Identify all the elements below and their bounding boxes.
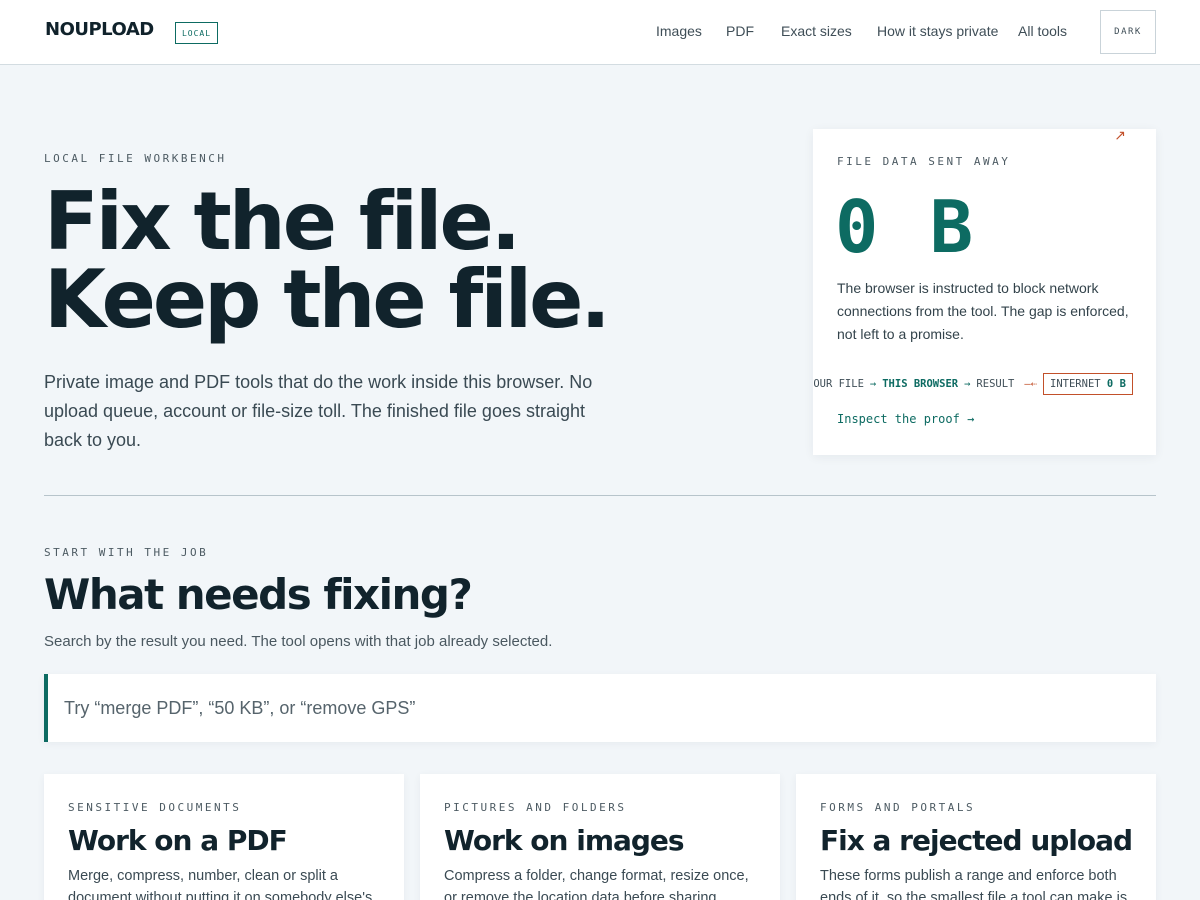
arrow-right-icon: → xyxy=(964,378,971,390)
flow-step-result: RESULT xyxy=(976,378,1015,390)
arrow-right-icon: → xyxy=(869,378,877,390)
corner-arrow-icon: ↗ xyxy=(1114,129,1126,143)
card-kicker: PICTURES AND FOLDERS xyxy=(444,801,627,814)
hero-title-line-2: Keep the file. xyxy=(44,253,611,346)
hero-description: Private image and PDF tools that do the … xyxy=(44,372,593,450)
local-badge: LOCAL xyxy=(175,22,218,44)
card-description: Compress a folder, change format, resize… xyxy=(444,868,749,900)
nav-link-images[interactable]: Images xyxy=(656,23,702,39)
card-description: Merge, compress, number, clean or split … xyxy=(68,868,373,900)
search-section-title: What needs fixing? xyxy=(44,570,473,619)
card-kicker: FORMS AND PORTALS xyxy=(820,801,976,814)
inspect-proof-link[interactable]: Inspect the proof → xyxy=(837,412,974,426)
nav-link-pdf[interactable]: PDF xyxy=(726,23,754,39)
flow-step-your-file: YOUR FILE xyxy=(813,378,864,390)
card-rejected-upload[interactable]: FORMS AND PORTALS Fix a rejected upload … xyxy=(796,774,1156,900)
data-flow-diagram: YOUR FILE → THIS BROWSER → RESULT —⇠ INT… xyxy=(813,373,1133,395)
flow-step-browser: THIS BROWSER xyxy=(882,378,959,390)
logo[interactable]: NOUPLOAD xyxy=(45,19,154,40)
arrow-right-icon: → xyxy=(967,412,975,426)
search-box xyxy=(44,674,1156,742)
internet-box: INTERNET 0 B xyxy=(1043,373,1133,395)
proof-description: The browser is instructed to block netwo… xyxy=(837,280,1129,342)
internet-value: 0 B xyxy=(1106,378,1126,390)
search-eyebrow: START WITH THE JOB xyxy=(44,546,209,559)
card-title: Work on images xyxy=(444,824,685,857)
card-kicker: SENSITIVE DOCUMENTS xyxy=(68,801,242,814)
search-section-subtitle: Search by the result you need. The tool … xyxy=(44,633,553,650)
hero-title-line-1: Fix the file. xyxy=(44,175,521,268)
hero-title: Fix the file. Keep the file. xyxy=(44,175,611,346)
section-divider xyxy=(44,495,1156,496)
internet-label: INTERNET xyxy=(1050,378,1101,390)
bytes-sent-value: 0 B xyxy=(835,185,978,269)
inspect-proof-label: Inspect the proof xyxy=(837,412,960,426)
card-title: Fix a rejected upload xyxy=(820,824,1133,857)
proof-card: ↗ FILE DATA SENT AWAY 0 B The browser is… xyxy=(813,129,1156,455)
card-pdf[interactable]: SENSITIVE DOCUMENTS Work on a PDF Merge,… xyxy=(44,774,404,900)
nav-link-all-tools[interactable]: All tools xyxy=(1018,23,1067,39)
card-images[interactable]: PICTURES AND FOLDERS Work on images Comp… xyxy=(420,774,780,900)
job-search-input[interactable] xyxy=(48,674,1156,742)
card-title: Work on a PDF xyxy=(68,824,288,857)
nav-link-exact-sizes[interactable]: Exact sizes xyxy=(781,23,852,39)
nav-link-privacy[interactable]: How it stays private xyxy=(877,23,998,39)
dark-mode-button[interactable]: DARK xyxy=(1100,10,1156,54)
top-header: NOUPLOAD LOCAL Images PDF Exact sizes Ho… xyxy=(0,0,1200,65)
hero-eyebrow: LOCAL FILE WORKBENCH xyxy=(44,152,227,165)
card-description: These forms publish a range and enforce … xyxy=(820,868,1128,900)
blocked-arrow-icon: —⇠ xyxy=(1024,378,1038,390)
proof-label: FILE DATA SENT AWAY xyxy=(837,155,1011,168)
